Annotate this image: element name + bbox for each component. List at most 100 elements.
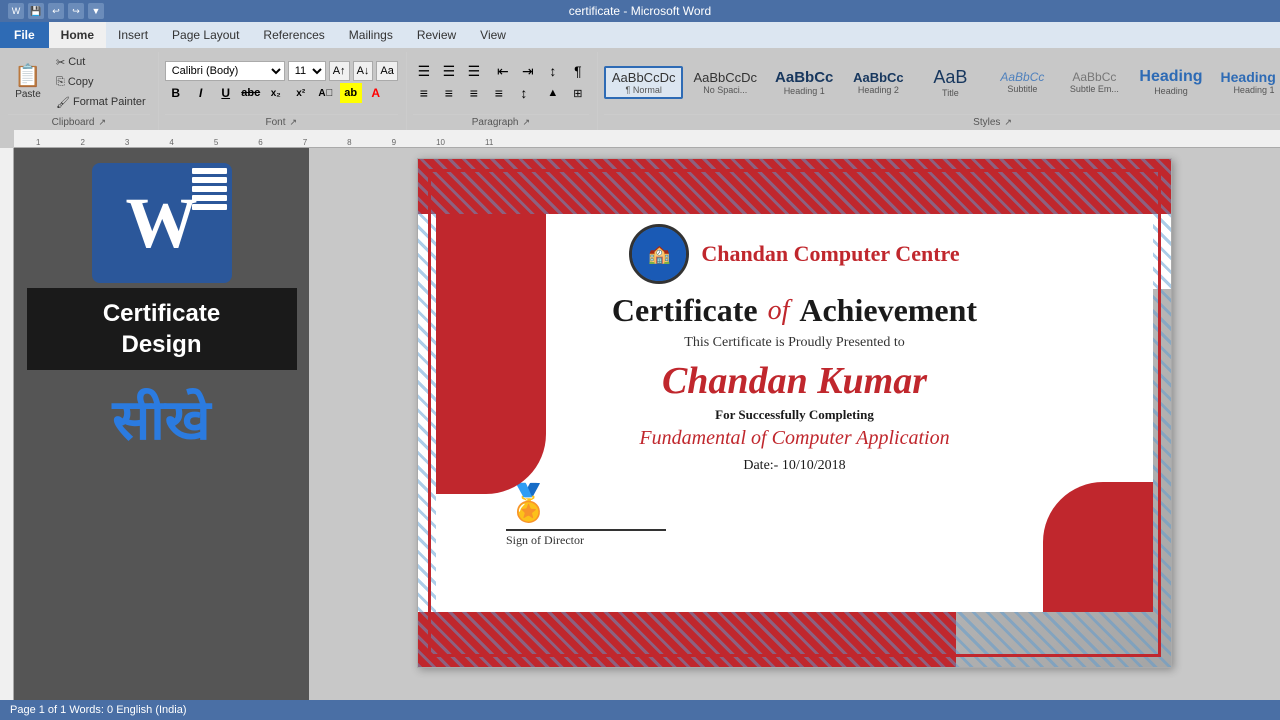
- cert-title-part1: Certificate: [612, 292, 758, 329]
- style-heading1b[interactable]: Heading 1 Heading 1: [1213, 65, 1280, 99]
- style-title-preview: AaB: [923, 67, 977, 88]
- content-area: W CertificateDesign सीखे: [14, 148, 1280, 700]
- tab-references[interactable]: References: [251, 22, 336, 48]
- style-title[interactable]: AaB Title: [915, 63, 985, 102]
- strikethrough-btn[interactable]: abc: [240, 83, 262, 103]
- style-heading1[interactable]: AaBbCc Heading 1: [767, 65, 841, 100]
- word-logo: W: [87, 158, 237, 288]
- text-effects-btn[interactable]: A⃝: [315, 83, 337, 103]
- title-bar: W 💾 ↩ ↪ ▼ certificate - Microsoft Word: [0, 0, 1280, 22]
- style-subtitle-preview: AaBbCc: [995, 70, 1049, 84]
- tab-page-layout[interactable]: Page Layout: [160, 22, 251, 48]
- cert-left-shape: [436, 214, 546, 494]
- style-heading[interactable]: Heading Heading: [1131, 64, 1210, 100]
- font-name-select[interactable]: Calibri (Body): [165, 61, 285, 81]
- increase-font-btn[interactable]: A↑: [329, 61, 350, 81]
- style-normal-preview: AaBbCcDc: [612, 70, 676, 85]
- font-group: Calibri (Body) 11 A↑ A↓ Aa B I U abc x₂ …: [161, 52, 407, 130]
- tab-file[interactable]: File: [0, 22, 49, 48]
- title-bar-controls[interactable]: W 💾 ↩ ↪ ▼: [8, 3, 104, 19]
- paragraph-group: ☰ ☰ ☰ ⇤ ⇥ ↕ ¶ ≡ ≡ ≡ ≡ ↕ ▲ ⊞: [409, 52, 598, 130]
- italic-btn[interactable]: I: [190, 83, 212, 103]
- decrease-indent-btn[interactable]: ⇤: [492, 61, 514, 81]
- clipboard-controls: 📋 Paste ✂ Cut ⎘ Copy 🖌 Format Painter: [8, 52, 150, 112]
- style-heading2[interactable]: AaBbCc Heading 2: [843, 66, 913, 99]
- cert-recipient-name: Chandan Kumar: [662, 359, 927, 403]
- paste-label: Paste: [15, 89, 41, 100]
- cert-top-red: [418, 159, 1171, 214]
- justify-btn[interactable]: ≡: [488, 83, 510, 103]
- clipboard-expand-icon[interactable]: ↗: [98, 117, 106, 128]
- paste-button[interactable]: 📋 Paste: [8, 63, 48, 102]
- show-para-btn[interactable]: ¶: [567, 61, 589, 81]
- subscript-btn[interactable]: x₂: [265, 83, 287, 103]
- style-normal[interactable]: AaBbCcDc ¶ Normal: [604, 66, 684, 99]
- cut-button[interactable]: ✂ Cut: [52, 54, 150, 71]
- numbering-btn[interactable]: ☰: [438, 61, 460, 81]
- paragraph-label: Paragraph ↗: [413, 114, 589, 130]
- align-center-btn[interactable]: ≡: [438, 83, 460, 103]
- word-icon-btn[interactable]: W: [8, 3, 24, 19]
- style-heading1b-preview: Heading 1: [1221, 69, 1280, 85]
- style-subtle-em[interactable]: AaBbCc Subtle Em...: [1059, 66, 1129, 98]
- document-area[interactable]: 🏫 Chandan Computer Centre Certificate of…: [309, 148, 1280, 700]
- undo-btn[interactable]: ↩: [48, 3, 64, 19]
- cert-title-of: of: [768, 295, 790, 327]
- style-heading1b-label: Heading 1: [1221, 85, 1280, 95]
- cert-for-text: For Successfully Completing: [715, 407, 874, 423]
- shading-btn[interactable]: ▲: [542, 83, 564, 103]
- styles-group: AaBbCcDc ¶ Normal AaBbCcDc No Spaci... A…: [600, 52, 1280, 130]
- format-painter-label: Format Painter: [73, 96, 146, 108]
- bullets-btn[interactable]: ☰: [413, 61, 435, 81]
- word-w-letter: W: [126, 182, 198, 265]
- clipboard-label: Clipboard ↗: [8, 114, 150, 130]
- font-color-btn[interactable]: A: [365, 83, 387, 103]
- borders-btn[interactable]: ⊞: [567, 83, 589, 103]
- font-expand-icon[interactable]: ↗: [290, 117, 298, 128]
- style-subtitle[interactable]: AaBbCc Subtitle: [987, 66, 1057, 98]
- style-no-spacing[interactable]: AaBbCcDc No Spaci...: [685, 66, 765, 99]
- style-h1-label: Heading 1: [775, 86, 833, 96]
- superscript-btn[interactable]: x²: [290, 83, 312, 103]
- clear-format-btn[interactable]: Aa: [376, 61, 397, 81]
- tab-review[interactable]: Review: [405, 22, 468, 48]
- highlight-btn[interactable]: ab: [340, 83, 362, 103]
- multilevel-btn[interactable]: ☰: [463, 61, 485, 81]
- copy-button[interactable]: ⎘ Copy: [52, 74, 150, 91]
- paragraph-controls: ☰ ☰ ☰ ⇤ ⇥ ↕ ¶ ≡ ≡ ≡ ≡ ↕ ▲ ⊞: [413, 52, 589, 112]
- font-size-select[interactable]: 11: [288, 61, 326, 81]
- align-left-btn[interactable]: ≡: [413, 83, 435, 103]
- certificate-page: 🏫 Chandan Computer Centre Certificate of…: [417, 158, 1172, 668]
- bold-btn[interactable]: B: [165, 83, 187, 103]
- sort-btn[interactable]: ↕: [542, 61, 564, 81]
- tab-mailings[interactable]: Mailings: [337, 22, 405, 48]
- cert-org-name: Chandan Computer Centre: [701, 241, 959, 267]
- cert-logo: 🏫: [629, 224, 689, 284]
- tab-insert[interactable]: Insert: [106, 22, 160, 48]
- style-no-spacing-preview: AaBbCcDc: [693, 70, 757, 85]
- tab-view[interactable]: View: [468, 22, 518, 48]
- format-painter-button[interactable]: 🖌 Format Painter: [52, 94, 150, 111]
- tab-home[interactable]: Home: [49, 22, 106, 48]
- cert-right-shape: [1043, 482, 1153, 612]
- align-right-btn[interactable]: ≡: [463, 83, 485, 103]
- underline-btn[interactable]: U: [215, 83, 237, 103]
- redo-btn[interactable]: ↪: [68, 3, 84, 19]
- styles-label: Styles ↗: [604, 114, 1280, 130]
- cut-label: Cut: [68, 56, 85, 68]
- paragraph-expand-icon[interactable]: ↗: [522, 117, 530, 128]
- customize-btn[interactable]: ▼: [88, 3, 104, 19]
- style-subtle-preview: AaBbCc: [1067, 70, 1121, 84]
- ruler: 1 2 3 4 5 6 7 8 9 10 11: [14, 130, 1280, 148]
- style-subtitle-label: Subtitle: [995, 84, 1049, 94]
- ribbon-content: 📋 Paste ✂ Cut ⎘ Copy 🖌 Format Painter C: [0, 48, 1280, 130]
- increase-indent-btn[interactable]: ⇥: [517, 61, 539, 81]
- save-btn[interactable]: 💾: [28, 3, 44, 19]
- style-no-spacing-label: No Spaci...: [693, 85, 757, 95]
- line-spacing-btn[interactable]: ↕: [513, 83, 535, 103]
- decrease-font-btn[interactable]: A↓: [353, 61, 374, 81]
- styles-expand-icon[interactable]: ↗: [1004, 117, 1012, 128]
- clipboard-group: 📋 Paste ✂ Cut ⎘ Copy 🖌 Format Painter C: [4, 52, 159, 130]
- cert-header: 🏫 Chandan Computer Centre: [629, 224, 959, 284]
- cut-icon: ✂: [56, 56, 65, 69]
